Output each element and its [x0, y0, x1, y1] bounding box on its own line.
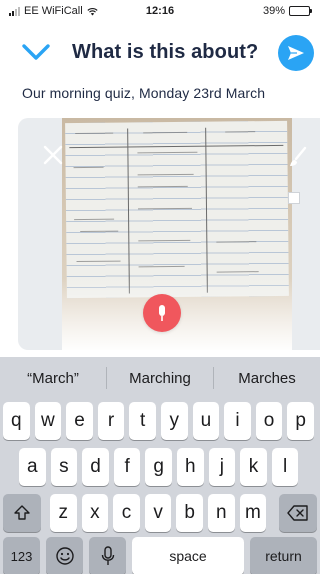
shift-icon	[14, 505, 30, 520]
key-c[interactable]: c	[113, 494, 140, 532]
key-p[interactable]: p	[287, 402, 314, 440]
key-z[interactable]: z	[50, 494, 77, 532]
suggestion-3[interactable]: Marches	[214, 370, 320, 387]
handwriting	[216, 241, 257, 243]
key-s[interactable]: s	[50, 448, 78, 486]
worksheet-paper	[65, 120, 289, 299]
numbers-key[interactable]: 123	[3, 537, 40, 574]
handwriting	[137, 185, 188, 188]
close-icon[interactable]	[42, 144, 64, 166]
status-bar: EE WiFiCall 12:16 39%	[0, 0, 320, 22]
suggestion-2[interactable]: Marching	[107, 370, 213, 387]
key-i[interactable]: i	[224, 402, 251, 440]
handwriting	[74, 218, 115, 221]
send-button[interactable]	[278, 35, 314, 71]
key-row-4: 123 space return	[0, 537, 320, 574]
key-h[interactable]: h	[177, 448, 204, 486]
emoji-key[interactable]	[46, 537, 83, 574]
key-y[interactable]: y	[161, 402, 188, 440]
key-k[interactable]: k	[240, 448, 267, 486]
key-u[interactable]: u	[192, 402, 220, 440]
dictation-key[interactable]	[89, 537, 126, 574]
handwriting	[143, 131, 188, 134]
suggestion-1[interactable]: “March”	[0, 370, 106, 387]
brush-icon[interactable]	[288, 146, 308, 168]
key-o[interactable]: o	[255, 402, 283, 440]
handwriting	[216, 271, 259, 273]
key-a[interactable]: a	[19, 448, 46, 486]
microphone-icon	[159, 305, 165, 321]
handwriting	[137, 173, 194, 176]
paper-column-line	[205, 127, 208, 293]
status-right: 39%	[262, 5, 312, 17]
handwriting	[80, 230, 119, 233]
post-caption[interactable]: Our morning quiz, Monday 23rd March	[22, 85, 265, 101]
chevron-down-icon[interactable]	[20, 40, 52, 66]
predictive-text-bar: “March” Marching Marches	[0, 357, 320, 399]
key-row-1: qwertyuiop	[0, 402, 320, 440]
paper-column-line	[127, 128, 130, 294]
record-audio-button[interactable]	[143, 294, 181, 332]
handwriting	[75, 132, 114, 135]
shift-key[interactable]	[3, 494, 41, 532]
space-key[interactable]: space	[132, 537, 244, 574]
key-w[interactable]: w	[34, 402, 62, 440]
keyboard: “March” Marching Marches qwertyuiop asdf…	[0, 357, 320, 574]
key-row-2: asdfghjkl	[0, 448, 320, 486]
handwriting	[138, 265, 185, 268]
key-l[interactable]: l	[271, 448, 299, 486]
key-row-3: zxcvbnm	[0, 494, 320, 532]
key-r[interactable]: r	[97, 402, 125, 440]
send-icon	[288, 46, 304, 60]
crop-handle[interactable]	[288, 192, 300, 204]
key-v[interactable]: v	[144, 494, 172, 532]
key-g[interactable]: g	[145, 448, 172, 486]
key-e[interactable]: e	[66, 402, 93, 440]
paper-header-line	[69, 144, 284, 149]
handwriting	[225, 131, 256, 133]
key-j[interactable]: j	[208, 448, 236, 486]
key-f[interactable]: f	[113, 448, 141, 486]
microphone-icon	[101, 546, 114, 565]
key-d[interactable]: d	[82, 448, 109, 486]
key-q[interactable]: q	[3, 402, 30, 440]
handwriting	[138, 239, 191, 242]
handwriting	[137, 207, 192, 210]
key-n[interactable]: n	[208, 494, 235, 532]
key-t[interactable]: t	[129, 402, 156, 440]
key-m[interactable]: m	[239, 494, 267, 532]
page-title: What is this about?	[72, 41, 259, 63]
battery-percent: 39%	[262, 5, 285, 17]
emoji-icon	[55, 547, 74, 565]
handwriting	[73, 166, 104, 169]
handwriting	[137, 151, 198, 154]
battery-icon	[289, 6, 312, 16]
return-key[interactable]: return	[250, 537, 317, 574]
key-b[interactable]: b	[176, 494, 203, 532]
header: What is this about?	[0, 22, 320, 80]
backspace-icon	[287, 505, 308, 521]
handwriting	[76, 260, 121, 263]
key-x[interactable]: x	[81, 494, 109, 532]
delete-key[interactable]	[279, 494, 317, 532]
